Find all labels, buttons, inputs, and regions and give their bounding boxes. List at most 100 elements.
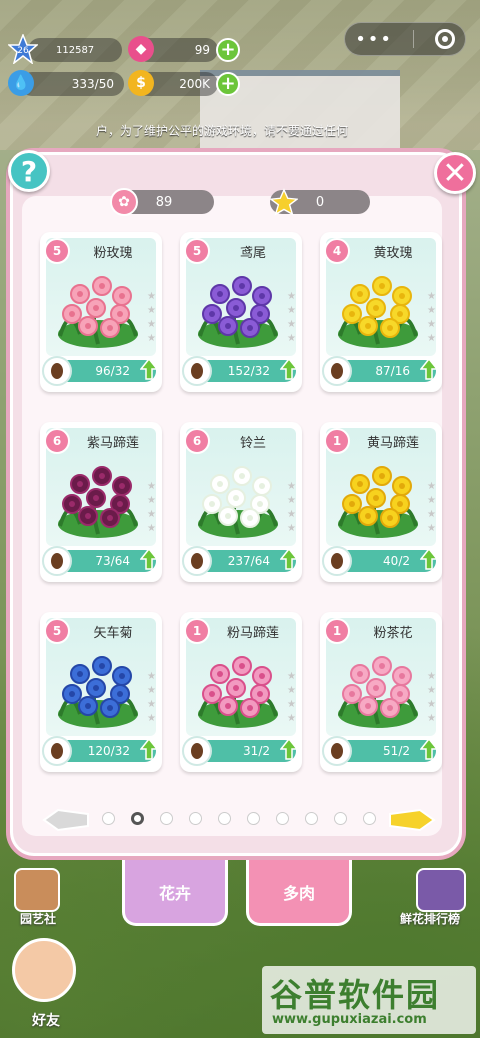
upgrade-arrow-icon[interactable] [140, 738, 158, 760]
card-level-badge: 5 [44, 618, 70, 644]
card-stars: ★ ★ ★ ★ [147, 291, 156, 344]
exp-display: 112587 [28, 38, 122, 62]
card-stars: ★ ★ ★ ★ [147, 671, 156, 724]
gold-value: 200K [179, 77, 210, 91]
card-stars: ★ ★ ★ ★ [427, 671, 436, 724]
help-button[interactable]: ? [8, 150, 50, 192]
flower-card[interactable]: 6 紫马蹄莲 ★ ★ ★ ★ 73/64 [40, 422, 162, 582]
flower-plant-icon [58, 276, 138, 348]
add-gems-button[interactable]: + [216, 38, 240, 62]
flower-name: 粉玫瑰 [93, 246, 133, 261]
card-level-badge: 1 [324, 428, 350, 454]
flower-plant-icon [58, 466, 138, 538]
upgrade-arrow-icon[interactable] [420, 548, 438, 570]
seed-icon [42, 356, 72, 386]
water-drop-icon: 💧 [8, 70, 34, 96]
star-icon [270, 188, 298, 216]
flower-name: 粉茶花 [373, 626, 413, 641]
page-indicator [102, 812, 376, 825]
tab-flowers[interactable]: 花卉 [122, 860, 228, 926]
garden-club-label: 园艺社 [20, 912, 57, 926]
gem-value: 99 [194, 43, 210, 57]
upgrade-arrow-icon[interactable] [280, 738, 298, 760]
watermark-url: www.gupuxiazai.com [272, 1012, 427, 1027]
tab-flowers-label: 花卉 [158, 883, 191, 903]
flower-name: 矢车菊 [93, 626, 133, 641]
seed-icon [182, 546, 212, 576]
flower-card[interactable]: 5 粉玫瑰 ★ ★ ★ ★ 96/32 [40, 232, 162, 392]
miniprogram-capsule: ••• [344, 22, 466, 56]
close-button[interactable]: ✕ [434, 152, 476, 194]
card-level-badge: 1 [184, 618, 210, 644]
card-level-badge: 4 [324, 238, 350, 264]
flower-card[interactable]: 5 鸢尾 ★ ★ ★ ★ 152/32 [180, 232, 302, 392]
flower-plant-icon [58, 656, 138, 728]
watermark-title: 谷普软件园 [270, 976, 441, 1014]
card-stars: ★ ★ ★ ★ [287, 481, 296, 534]
tab-succulents-label: 多肉 [282, 883, 315, 903]
star-counter-value: 0 [315, 194, 325, 210]
ranking-trophy-icon[interactable] [416, 868, 466, 912]
close-miniprogram-icon[interactable] [434, 29, 455, 49]
seed-icon [322, 736, 352, 766]
flower-name: 黄玫瑰 [373, 246, 413, 261]
water-display: 333/50 [20, 72, 124, 96]
garden-club-icon[interactable] [14, 868, 60, 912]
seed-count: 40/2 [383, 554, 410, 568]
flower-name: 粉马蹄莲 [226, 626, 279, 641]
upgrade-arrow-icon[interactable] [420, 738, 438, 760]
level-star-icon: 26 [8, 34, 38, 64]
page-dot[interactable] [305, 812, 318, 825]
seed-icon [322, 356, 352, 386]
card-stars: ★ ★ ★ ★ [427, 291, 436, 344]
more-menu-icon[interactable]: ••• [355, 29, 393, 50]
card-level-badge: 1 [324, 618, 350, 644]
seed-count: 152/32 [227, 364, 270, 378]
page-dot[interactable] [247, 812, 260, 825]
seed-icon [182, 736, 212, 766]
page-dot[interactable] [334, 812, 347, 825]
flower-plant-icon [198, 656, 278, 728]
flower-name: 鸢尾 [239, 246, 266, 261]
flower-plant-icon [338, 466, 418, 538]
upgrade-arrow-icon[interactable] [280, 548, 298, 570]
seed-count: 51/2 [383, 744, 410, 758]
flower-card[interactable]: 1 粉茶花 ★ ★ ★ ★ 51/2 [320, 612, 442, 772]
page-dot[interactable] [218, 812, 231, 825]
water-value: 333/50 [71, 77, 114, 91]
upgrade-arrow-icon[interactable] [140, 358, 158, 380]
previous-page-arrow-icon[interactable] [40, 808, 90, 832]
page-dot[interactable] [189, 812, 202, 825]
page-dot[interactable] [276, 812, 289, 825]
gem-icon: ◆ [128, 36, 154, 62]
page-dot[interactable] [363, 812, 376, 825]
seed-icon [42, 546, 72, 576]
friends-avatar-icon[interactable] [12, 938, 76, 1002]
page-dot[interactable] [102, 812, 115, 825]
flower-card[interactable]: 5 矢车菊 ★ ★ ★ ★ 120/32 [40, 612, 162, 772]
card-stars: ★ ★ ★ ★ [287, 291, 296, 344]
upgrade-arrow-icon[interactable] [420, 358, 438, 380]
page-dot-active[interactable] [131, 812, 144, 825]
seed-count: 73/64 [95, 554, 130, 568]
flower-card[interactable]: 6 铃兰 ★ ★ ★ ★ 237/64 [180, 422, 302, 582]
flower-card[interactable]: 1 粉马蹄莲 ★ ★ ★ ★ 31/2 [180, 612, 302, 772]
card-stars: ★ ★ ★ ★ [287, 671, 296, 724]
page-dot[interactable] [160, 812, 173, 825]
card-stars: ★ ★ ★ ★ [427, 481, 436, 534]
flower-plant-icon [198, 276, 278, 348]
exp-value: 112587 [56, 44, 95, 56]
next-page-arrow-icon[interactable] [388, 808, 438, 832]
upgrade-arrow-icon[interactable] [140, 548, 158, 570]
friends-label: 好友 [32, 1013, 60, 1029]
seed-count: 87/16 [375, 364, 410, 378]
seed-count: 237/64 [227, 554, 270, 568]
flower-card[interactable]: 4 黄玫瑰 ★ ★ ★ ★ 87/16 [320, 232, 442, 392]
upgrade-arrow-icon[interactable] [280, 358, 298, 380]
card-level-badge: 6 [184, 428, 210, 454]
flower-card[interactable]: 1 黄马蹄莲 ★ ★ ★ ★ 40/2 [320, 422, 442, 582]
card-level-badge: 5 [184, 238, 210, 264]
flower-name: 黄马蹄莲 [366, 436, 419, 451]
tab-succulents[interactable]: 多肉 [246, 860, 352, 926]
add-gold-button[interactable]: + [216, 72, 240, 96]
